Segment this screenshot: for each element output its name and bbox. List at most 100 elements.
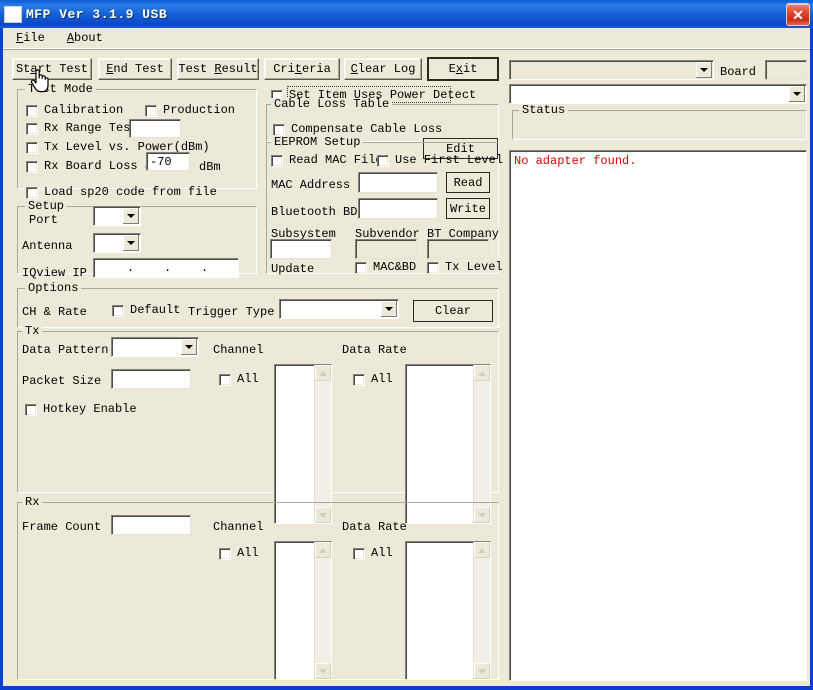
mac-address-input[interactable] <box>358 172 438 193</box>
chevron-down-icon[interactable] <box>789 86 805 102</box>
bluetooth-bd-label: Bluetooth BD <box>271 205 358 219</box>
rx-data-rate-all-checkbox[interactable]: All <box>353 547 393 560</box>
tx-data-rate-scrollbar[interactable] <box>473 365 490 523</box>
scroll-up-icon[interactable] <box>315 365 331 381</box>
device-combo[interactable] <box>509 84 807 104</box>
scroll-down-icon[interactable] <box>315 663 331 679</box>
write-eeprom-button[interactable]: Write <box>446 198 490 219</box>
clear-options-button[interactable]: Clear <box>413 300 493 322</box>
rx-data-rate-scrollbar[interactable] <box>473 542 490 679</box>
rx-data-rate-label: Data Rate <box>342 520 407 534</box>
rx-channel-listbox[interactable] <box>274 541 332 680</box>
bt-company-input[interactable] <box>427 239 489 259</box>
tx-channel-all-box[interactable] <box>219 373 231 386</box>
rx-board-loss-box[interactable] <box>26 160 38 173</box>
rx-channel-list-content[interactable] <box>275 542 314 679</box>
mac-bd-checkbox[interactable]: MAC&BD <box>355 261 416 274</box>
port-label: Port <box>29 213 58 227</box>
end-test-button[interactable]: End Test <box>98 58 172 80</box>
rx-channel-scrollbar[interactable] <box>314 542 331 679</box>
production-box[interactable] <box>145 104 157 117</box>
rx-channel-all-label: All <box>237 546 259 560</box>
close-button[interactable]: ✕ <box>786 3 810 26</box>
tx-packet-size-input[interactable] <box>111 369 191 389</box>
tx-channel-list-content[interactable] <box>275 365 314 523</box>
ip-segment-2[interactable] <box>131 259 164 277</box>
scroll-up-icon[interactable] <box>315 542 331 558</box>
rx-data-rate-listbox[interactable] <box>405 541 491 680</box>
rx-channel-all-box[interactable] <box>219 547 231 560</box>
tx-data-rate-all-checkbox[interactable]: All <box>353 373 393 386</box>
menu-item-file[interactable]: File <box>7 29 54 47</box>
tx-hotkey-enable-box[interactable] <box>25 403 37 416</box>
trigger-type-combo[interactable] <box>279 299 399 319</box>
tx-data-rate-all-box[interactable] <box>353 373 365 386</box>
compensate-cable-loss-box[interactable] <box>273 123 285 136</box>
board-input[interactable] <box>765 60 807 80</box>
rx-data-rate-all-box[interactable] <box>353 547 365 560</box>
rx-frame-count-input[interactable] <box>111 515 191 535</box>
tx-channel-listbox[interactable] <box>274 364 332 524</box>
rx-data-rate-list-content[interactable] <box>406 542 473 679</box>
load-sp20-checkbox[interactable]: Load sp20 code from file <box>26 186 217 199</box>
rx-frame-count-label: Frame Count <box>22 520 102 534</box>
default-box[interactable] <box>112 304 124 317</box>
test-result-button[interactable]: Test Result <box>177 58 259 80</box>
read-mac-file-checkbox[interactable]: Read MAC File <box>271 154 383 167</box>
calibration-checkbox[interactable]: Calibration <box>26 104 123 117</box>
tx-data-rate-listbox[interactable] <box>405 364 491 524</box>
tx-channel-all-checkbox[interactable]: All <box>219 373 259 386</box>
exit-button[interactable]: Exit <box>427 57 499 81</box>
tx-level-box[interactable] <box>427 261 439 274</box>
clear-log-button[interactable]: Clear Log <box>344 58 422 80</box>
adapter-combo[interactable] <box>509 60 714 80</box>
rx-channel-label: Channel <box>213 520 264 534</box>
tx-level-vs-power-box[interactable] <box>26 141 38 154</box>
tx-data-rate-list-content[interactable] <box>406 365 473 523</box>
bluetooth-bd-input[interactable] <box>358 198 438 219</box>
log-output-box[interactable]: No adapter found. <box>509 150 807 681</box>
rx-channel-all-checkbox[interactable]: All <box>219 547 259 560</box>
rx-board-loss-checkbox[interactable]: Rx Board Loss at <box>26 160 159 173</box>
rx-range-test-box[interactable] <box>26 122 38 135</box>
default-checkbox[interactable]: Default <box>112 304 180 317</box>
start-test-button[interactable]: Start Test <box>12 58 92 80</box>
tx-level-checkbox[interactable]: Tx Level <box>427 261 503 274</box>
mac-bd-box[interactable] <box>355 261 367 274</box>
cable-loss-legend: Cable Loss Table <box>271 98 393 110</box>
use-first-level-box[interactable] <box>377 154 389 167</box>
rx-range-test-input[interactable] <box>129 119 181 138</box>
chevron-down-icon[interactable] <box>181 339 197 355</box>
rx-board-loss-input[interactable]: -70 <box>146 152 190 171</box>
load-sp20-box[interactable] <box>26 186 38 199</box>
ip-segment-3[interactable] <box>168 259 201 277</box>
iqview-ip-input[interactable]: . . . <box>93 258 239 278</box>
chevron-down-icon[interactable] <box>123 208 139 224</box>
tx-channel-scrollbar[interactable] <box>314 365 331 523</box>
read-mac-file-box[interactable] <box>271 154 283 167</box>
rx-range-test-checkbox[interactable]: Rx Range Test <box>26 122 138 135</box>
antenna-combo[interactable] <box>93 233 141 253</box>
chevron-down-icon[interactable] <box>381 301 397 317</box>
menu-item-about[interactable]: About <box>58 29 112 47</box>
scroll-up-icon[interactable] <box>474 365 490 381</box>
title-bar[interactable]: MFP Ver 3.1.9 USB ✕ <box>0 0 813 28</box>
tx-hotkey-enable-checkbox[interactable]: Hotkey Enable <box>25 403 137 416</box>
read-eeprom-button[interactable]: Read <box>446 172 490 193</box>
ip-segment-1[interactable] <box>94 259 127 277</box>
subsystem-input[interactable] <box>270 239 332 259</box>
criteria-button[interactable]: Criteria <box>264 58 340 80</box>
ip-segment-4[interactable] <box>205 259 238 277</box>
use-first-level-checkbox[interactable]: Use First Level <box>377 154 503 167</box>
scroll-down-icon[interactable] <box>474 663 490 679</box>
chevron-down-icon[interactable] <box>123 235 139 251</box>
tx-level-label: Tx Level <box>445 260 503 274</box>
calibration-box[interactable] <box>26 104 38 117</box>
start-test-label: Start Test <box>15 62 89 76</box>
chevron-down-icon[interactable] <box>696 62 712 78</box>
production-checkbox[interactable]: Production <box>145 104 235 117</box>
tx-data-pattern-combo[interactable] <box>111 337 199 357</box>
subvendor-input[interactable] <box>355 239 417 259</box>
port-combo[interactable] <box>93 206 141 226</box>
scroll-up-icon[interactable] <box>474 542 490 558</box>
